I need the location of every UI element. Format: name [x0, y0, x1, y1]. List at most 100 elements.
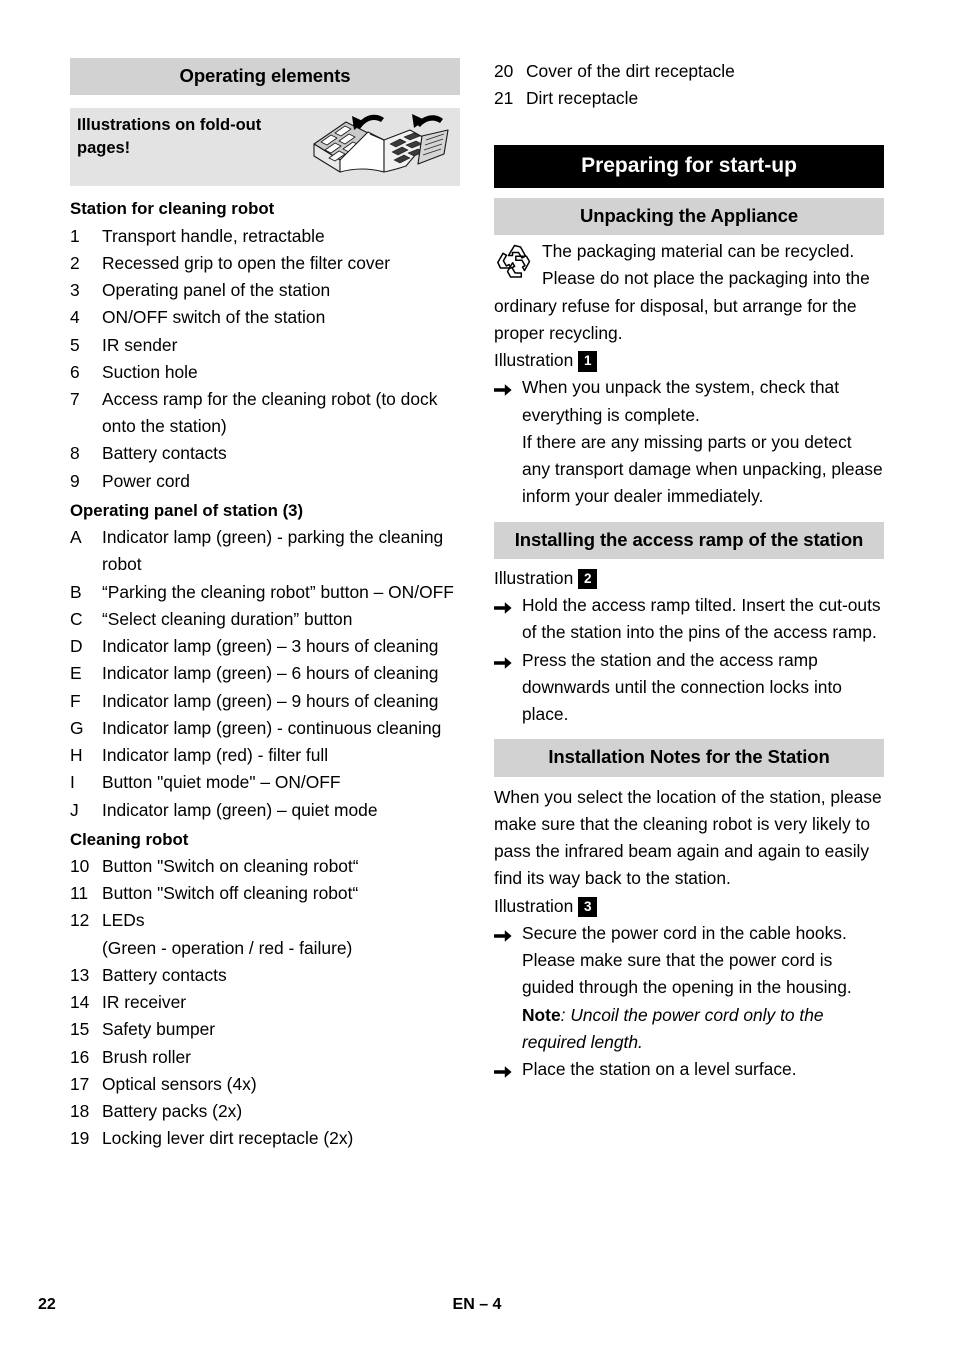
list-item: 17 Optical sensors (4x): [70, 1071, 460, 1098]
item-text: Indicator lamp (green) – 6 hours of clea…: [102, 663, 439, 684]
item-text: “Parking the cleaning robot” button – ON…: [102, 581, 454, 602]
item-marker: 17: [70, 1073, 90, 1094]
instruction-step: When you unpack the system, check that e…: [494, 374, 884, 428]
item-text: Indicator lamp (green) – 9 hours of clea…: [102, 690, 439, 711]
list-item: 21 Dirt receptacle: [494, 85, 884, 112]
instruction-step: Press the station and the access ramp do…: [494, 647, 884, 729]
item-marker: 11: [70, 883, 89, 904]
list-item: 13 Battery contacts: [70, 962, 460, 989]
right-column: 20 Cover of the dirt receptacle 21 Dirt …: [494, 58, 884, 1083]
item-marker: 9: [70, 470, 80, 491]
heading-station-for-cleaning-robot: Station for cleaning robot: [70, 199, 275, 219]
illustration-reference-1: Illustration 1: [494, 347, 884, 374]
item-text: Indicator lamp (green) - parking the cle…: [102, 527, 444, 575]
list-item: 19 Locking lever dirt receptacle (2x): [70, 1125, 460, 1152]
instruction-step-text: When you unpack the system, check that e…: [522, 377, 840, 425]
item-marker: 2: [70, 252, 80, 273]
item-text: Cover of the dirt receptacle: [526, 61, 735, 81]
item-text: Optical sensors (4x): [102, 1073, 257, 1094]
item-text: Indicator lamp (green) – 3 hours of clea…: [102, 636, 439, 657]
recycling-note: The packaging material can be recycled. …: [494, 238, 884, 347]
list-item: J Indicator lamp (green) – quiet mode: [70, 797, 460, 824]
item-text: Indicator lamp (green) - continuous clea…: [102, 717, 442, 738]
installation-note: Note: Uncoil the power cord only to the …: [522, 1002, 884, 1056]
chapter-title-preparing-for-start-up: Preparing for start-up: [494, 145, 884, 188]
station-item-list: 1 Transport handle, retractable 2 Recess…: [70, 223, 460, 495]
item-text: Transport handle, retractable: [102, 225, 325, 246]
foldout-notice-text: Illustrations on fold-out pages!: [77, 116, 262, 158]
item-marker: 18: [70, 1101, 90, 1122]
item-marker: 20: [494, 61, 514, 81]
item-text: Operating panel of the station: [102, 280, 331, 301]
item-marker: 16: [70, 1046, 90, 1067]
item-text: Locking lever dirt receptacle (2x): [102, 1128, 354, 1149]
item-marker: 6: [70, 361, 80, 382]
illustration-number-badge: 1: [578, 351, 598, 372]
heading-installing-the-access-ramp: Installing the access ramp of the statio…: [494, 521, 884, 559]
list-item: 8 Battery contacts: [70, 440, 460, 467]
list-item: 15 Safety bumper: [70, 1016, 460, 1043]
instruction-step: Hold the access ramp tilted. Insert the …: [494, 592, 884, 646]
page-footer: 22 EN – 4: [0, 1296, 954, 1322]
footer-section-reference: EN – 4: [452, 1296, 502, 1313]
item-text: Indicator lamp (red) - filter full: [102, 745, 329, 766]
item-text: Battery contacts: [102, 443, 227, 464]
list-item-continuation: (Green - operation / red - failure): [70, 935, 460, 962]
arrow-right-icon: [494, 374, 522, 428]
item-marker: 5: [70, 334, 80, 355]
list-item: 2 Recessed grip to open the filter cover: [70, 250, 460, 277]
illustration-number-badge: 2: [578, 568, 598, 590]
item-text: ON/OFF switch of the station: [102, 307, 326, 328]
instruction-followup-text: If there are any missing parts or you de…: [522, 431, 883, 507]
list-item: 3 Operating panel of the station: [70, 277, 460, 304]
instruction-step-text: Press the station and the access ramp do…: [522, 649, 842, 725]
illustration-label: Illustration: [494, 895, 574, 916]
panel-item-list: A Indicator lamp (green) - parking the c…: [70, 524, 460, 824]
item-text: LEDs: [102, 910, 145, 931]
list-item: H Indicator lamp (red) - filter full: [70, 742, 460, 769]
list-item: G Indicator lamp (green) - continuous cl…: [70, 715, 460, 742]
list-item: 16 Brush roller: [70, 1044, 460, 1071]
item-text: IR sender: [102, 334, 178, 355]
item-text: Dirt receptacle: [526, 88, 639, 109]
item-marker: 7: [70, 389, 80, 410]
recycling-mobius-icon: [494, 241, 536, 281]
item-marker: 15: [70, 1019, 90, 1040]
list-item: E Indicator lamp (green) – 6 hours of cl…: [70, 660, 460, 687]
heading-cleaning-robot: Cleaning robot: [70, 829, 189, 849]
item-marker: H: [70, 745, 83, 766]
item-marker: E: [70, 663, 82, 684]
item-text: Power cord: [102, 470, 190, 491]
instruction-step-text: Hold the access ramp tilted. Insert the …: [522, 595, 881, 643]
illustration-reference-2: Illustration 2: [494, 565, 884, 592]
heading-unpacking-the-appliance: Unpacking the Appliance: [494, 197, 884, 236]
item-marker: B: [70, 581, 82, 602]
list-item: 1 Transport handle, retractable: [70, 223, 460, 250]
illustration-label: Illustration: [494, 567, 574, 588]
list-item: 9 Power cord: [70, 468, 460, 495]
item-marker: G: [70, 717, 84, 738]
arrow-right-icon: [494, 647, 522, 729]
left-column: Operating elements Illustrations on fold…: [70, 58, 460, 1153]
item-marker: C: [70, 608, 83, 629]
item-text: Indicator lamp (green) – quiet mode: [102, 799, 378, 820]
item-text: Button "Switch off cleaning robot“: [102, 883, 359, 904]
arrow-right-icon: [494, 1056, 522, 1083]
foldout-pages-callout: Illustrations on fold-out pages!: [70, 108, 460, 187]
item-marker: 21: [494, 88, 514, 109]
item-text: “Select cleaning duration” button: [102, 608, 353, 629]
item-text: IR receiver: [102, 992, 187, 1013]
item-text: Access ramp for the cleaning robot (to d…: [102, 389, 438, 437]
list-item: 20 Cover of the dirt receptacle: [494, 58, 884, 85]
item-marker: 19: [70, 1128, 90, 1149]
item-marker: J: [70, 799, 79, 820]
list-item: D Indicator lamp (green) – 3 hours of cl…: [70, 633, 460, 660]
item-marker: 10: [70, 855, 90, 876]
item-marker: I: [70, 772, 75, 793]
item-text: Button "quiet mode" – ON/OFF: [102, 772, 341, 793]
installation-notes-intro: When you select the location of the stat…: [494, 786, 882, 889]
item-text: Recessed grip to open the filter cover: [102, 252, 391, 273]
open-booklet-foldout-icon: [310, 110, 454, 184]
item-text: Brush roller: [102, 1046, 191, 1067]
list-item: 18 Battery packs (2x): [70, 1098, 460, 1125]
